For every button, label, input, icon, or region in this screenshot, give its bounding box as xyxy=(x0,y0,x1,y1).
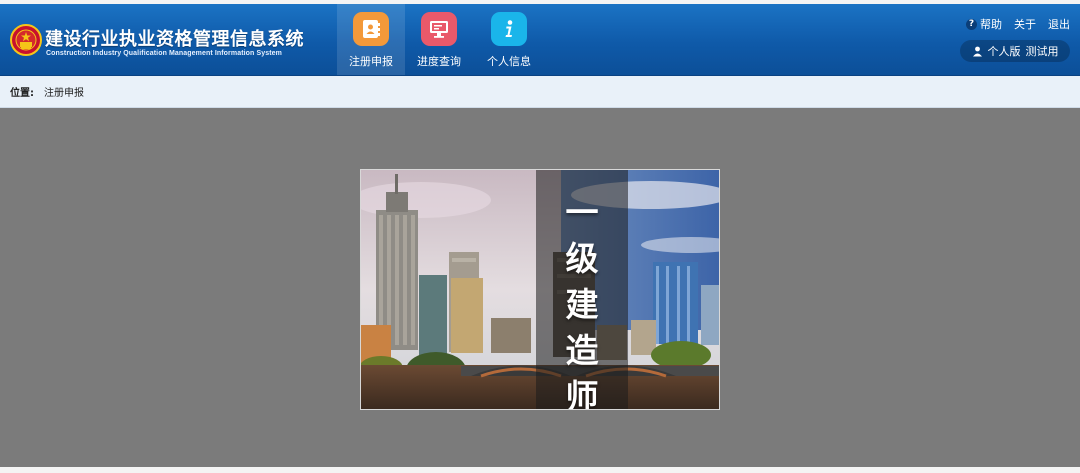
nav-profile-label: 个人信息 xyxy=(487,55,531,68)
banner-title-char: 造 xyxy=(565,331,599,370)
info-icon xyxy=(491,12,527,46)
banner-title-char: 级 xyxy=(565,239,599,278)
help-icon: ? xyxy=(966,18,977,30)
help-label: 帮助 xyxy=(980,18,1002,31)
logout-link[interactable]: 退出 xyxy=(1048,16,1070,32)
breadcrumb: 位置: 注册申报 xyxy=(0,76,1080,108)
monitor-icon xyxy=(421,12,457,46)
app-subtitle: Construction Industry Qualification Mana… xyxy=(46,50,282,57)
nav-register-label: 注册申报 xyxy=(349,55,393,68)
help-link[interactable]: ? 帮助 xyxy=(966,16,1002,32)
banner-title-char: 一 xyxy=(565,193,599,232)
user-icon xyxy=(972,46,982,56)
nav-progress[interactable]: 进度查询 xyxy=(405,4,473,75)
breadcrumb-current: 注册申报 xyxy=(44,88,84,99)
logout-label: 退出 xyxy=(1048,18,1070,31)
user-name: 测试用 xyxy=(1025,45,1059,58)
nav-progress-label: 进度查询 xyxy=(417,55,461,68)
banner-title-char: 建 xyxy=(565,285,599,324)
contact-book-icon xyxy=(353,12,389,46)
app-title: 建设行业执业资格管理信息系统 xyxy=(45,29,304,50)
national-emblem-icon xyxy=(10,24,42,56)
about-link[interactable]: 关于 xyxy=(1014,16,1036,32)
banner-title: 一 级 建 造 师 xyxy=(536,190,628,409)
constructor-banner[interactable]: 一 级 建 造 师 xyxy=(360,169,720,410)
user-badge[interactable]: 个人版 测试用 xyxy=(960,40,1070,62)
banner-title-char: 师 xyxy=(565,377,599,410)
user-version: 个人版 xyxy=(987,45,1021,58)
bottom-border xyxy=(0,467,1080,473)
about-label: 关于 xyxy=(1014,18,1036,31)
breadcrumb-label: 位置: xyxy=(10,88,34,99)
top-links: ? 帮助 关于 退出 xyxy=(966,16,1070,32)
nav-profile[interactable]: 个人信息 xyxy=(475,4,543,75)
nav-register[interactable]: 注册申报 xyxy=(337,4,405,75)
